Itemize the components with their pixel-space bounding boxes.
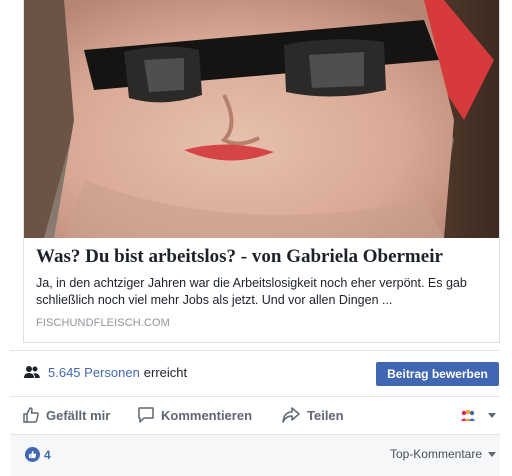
chevron-down-icon	[488, 451, 496, 457]
people-icon	[24, 366, 40, 378]
like-badge-icon	[25, 447, 40, 462]
promote-post-button[interactable]: Beitrag bewerben	[376, 362, 499, 386]
link-preview-image[interactable]	[24, 0, 499, 238]
share-label: Teilen	[307, 407, 344, 423]
thumbs-up-icon	[23, 407, 39, 423]
link-domain[interactable]: FISCHUNDFLEISCH.COM	[36, 317, 170, 329]
reach-count-link[interactable]: 5.645 Personen	[48, 365, 140, 380]
comment-button[interactable]: Kommentieren	[137, 406, 252, 424]
reach-stats: 5.645 Personen erreicht	[24, 363, 187, 381]
reaction-selector[interactable]	[460, 408, 496, 422]
like-button[interactable]: Gefällt mir	[22, 406, 110, 424]
comment-icon	[138, 407, 154, 423]
comment-sort-label: Top-Kommentare	[389, 447, 482, 461]
reach-label: erreicht	[143, 364, 188, 380]
link-title[interactable]: Was? Du bist arbeitslos? - von Gabriela …	[36, 246, 491, 268]
like-count-value: 4	[44, 447, 51, 462]
like-label: Gefällt mir	[46, 407, 111, 423]
reaction-avatars-icon	[461, 409, 475, 421]
link-description[interactable]: Ja, in den achtziger Jahren war die Arbe…	[36, 275, 491, 309]
chevron-down-icon	[488, 412, 496, 418]
share-icon	[282, 407, 300, 423]
share-button[interactable]: Teilen	[281, 406, 344, 424]
portrait-photo	[24, 0, 499, 238]
link-preview-card[interactable]: Was? Du bist arbeitslos? - von Gabriela …	[23, 0, 500, 343]
comments-footer: 4 Top-Kommentare	[10, 434, 500, 476]
comment-label: Kommentieren	[161, 407, 253, 423]
like-count[interactable]: 4	[25, 447, 51, 462]
divider	[10, 396, 500, 397]
comment-sort-dropdown[interactable]: Top-Kommentare	[390, 447, 496, 461]
divider	[10, 350, 500, 351]
post-actions: Gefällt mir Kommentieren Teilen	[20, 401, 500, 429]
